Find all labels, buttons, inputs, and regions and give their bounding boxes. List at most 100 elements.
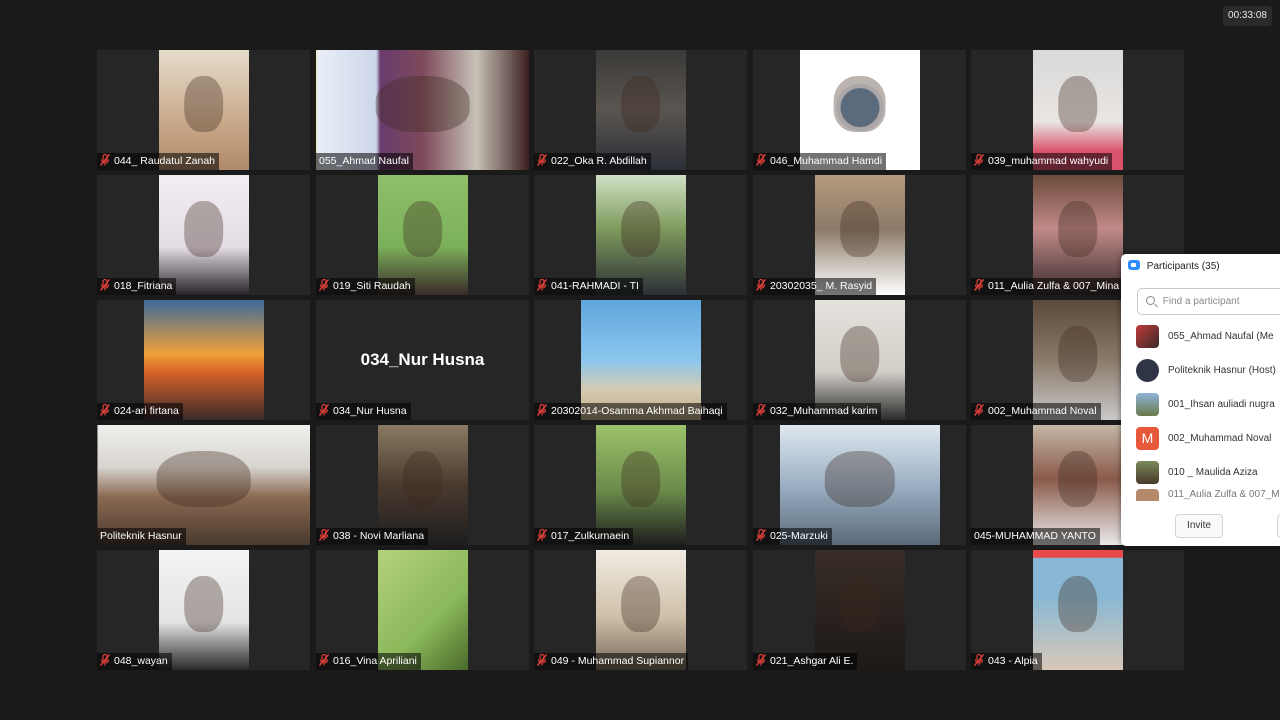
participant-nameplate: Politeknik Hasnur xyxy=(97,528,186,545)
participant-video xyxy=(1032,425,1123,545)
participant-video-tile[interactable]: 034_Nur Husna 034_Nur Husna xyxy=(316,300,529,420)
participant-video-tile[interactable]: 048_wayan xyxy=(97,550,310,670)
participant-name-label: 044_ Raudatul Zanah xyxy=(114,155,215,167)
participant-video-tile[interactable]: 039_muhammad wahyudi xyxy=(971,50,1184,170)
participant-video-tile[interactable]: 044_ Raudatul Zanah xyxy=(97,50,310,170)
participant-nameplate: 021_Ashgar Ali E. xyxy=(753,653,858,670)
participant-nameplate: 039_muhammad wahyudi xyxy=(971,153,1113,170)
participant-nameplate: 024-ari firtana xyxy=(97,403,183,420)
muted-microphone-icon xyxy=(756,279,766,291)
participant-video-tile[interactable]: 20302014-Osamma Akhmad Baihaqi xyxy=(534,300,747,420)
participant-item[interactable]: Politeknik Hasnur (Host) xyxy=(1121,353,1280,387)
participant-nameplate: 018_Fitriana xyxy=(97,278,177,295)
participant-nameplate: 045-MUHAMMAD YANTO xyxy=(971,528,1100,545)
participant-avatar xyxy=(1136,392,1159,416)
video-gallery: 044_ Raudatul Zanah 055_Ahmad Naufal 022_O… xyxy=(97,50,1184,670)
participant-video xyxy=(377,550,468,670)
participant-name-label: 024-ari firtana xyxy=(114,405,179,417)
participant-video-tile[interactable]: 041-RAHMADI - TI xyxy=(534,175,747,295)
participant-name-label: 20302035_ M. Rasyid xyxy=(770,280,873,292)
participant-name: 011_Aulia Zulfa & 007_M xyxy=(1168,489,1280,500)
participant-video xyxy=(1032,50,1123,170)
participant-nameplate: 002_Muhammad Noval xyxy=(971,403,1101,420)
participant-search-placeholder: Find a participant xyxy=(1162,296,1240,307)
participant-item[interactable]: 011_Aulia Zulfa & 007_M xyxy=(1121,489,1280,501)
participant-name-label: 016_Vina Apriliani xyxy=(333,655,417,667)
participant-name: 055_Ahmad Naufal (Me xyxy=(1168,330,1274,342)
participant-name-label: 018_Fitriana xyxy=(114,280,173,292)
participant-video-tile[interactable]: 017_Zulkurnaein xyxy=(534,425,747,545)
participant-nameplate: 022_Oka R. Abdillah xyxy=(534,153,651,170)
participants-panel: Participants (35) Find a participant 055… xyxy=(1121,254,1280,546)
participant-video-tile[interactable]: 046_Muhammad Hamdi xyxy=(753,50,966,170)
muted-microphone-icon xyxy=(100,154,110,166)
participant-item[interactable]: 055_Ahmad Naufal (Me xyxy=(1121,319,1280,353)
invite-button[interactable]: Invite xyxy=(1175,514,1223,538)
participant-video-tile[interactable]: 019_Siti Raudah xyxy=(316,175,529,295)
participant-video xyxy=(595,175,686,295)
participant-video-tile[interactable]: Politeknik Hasnur xyxy=(97,425,310,545)
participant-item[interactable]: 010 _ Maulida Aziza xyxy=(1121,455,1280,489)
participant-nameplate: 034_Nur Husna xyxy=(316,403,411,420)
participant-name-label: 045-MUHAMMAD YANTO xyxy=(974,530,1096,542)
participants-panel-title: Participants (35) xyxy=(1146,261,1220,272)
participant-name-label: 041-RAHMADI - TI xyxy=(551,280,639,292)
muted-microphone-icon xyxy=(974,154,984,166)
participant-video xyxy=(814,300,905,420)
participant-search-input[interactable]: Find a participant xyxy=(1137,288,1280,315)
participant-name: Politeknik Hasnur (Host) xyxy=(1168,364,1276,376)
participant-name: 010 _ Maulida Aziza xyxy=(1168,466,1258,478)
participant-video xyxy=(779,425,940,545)
participant-nameplate: 041-RAHMADI - TI xyxy=(534,278,643,295)
participant-avatar-letter: M xyxy=(1136,426,1159,450)
participant-nameplate: 055_Ahmad Naufal xyxy=(316,153,413,170)
participant-nameplate: 025-Marzuki xyxy=(753,528,832,545)
muted-microphone-icon xyxy=(100,404,110,416)
participant-video-tile[interactable]: 20302035_ M. Rasyid xyxy=(753,175,966,295)
participant-nameplate: 043 - Alpia xyxy=(971,653,1042,670)
muted-microphone-icon xyxy=(319,654,329,666)
participant-video-tile[interactable]: 055_Ahmad Naufal xyxy=(316,50,529,170)
meeting-timer: 00:33:08 xyxy=(1223,6,1272,26)
muted-microphone-icon xyxy=(537,654,547,666)
participant-video-tile[interactable]: 018_Fitriana xyxy=(97,175,310,295)
participant-video-tile[interactable]: 021_Ashgar Ali E. xyxy=(753,550,966,670)
participant-name-label: 043 - Alpia xyxy=(988,655,1038,667)
participant-video xyxy=(97,425,310,545)
participant-name-label: 048_wayan xyxy=(114,655,168,667)
participant-name-label: 022_Oka R. Abdillah xyxy=(551,155,647,167)
participant-video-tile[interactable]: 032_Muhammad karim xyxy=(753,300,966,420)
participant-video xyxy=(377,425,468,545)
participant-nameplate: 017_Zulkurnaein xyxy=(534,528,634,545)
participant-video-tile[interactable]: 016_Vina Apriliani xyxy=(316,550,529,670)
participant-video-tile[interactable]: 043 - Alpia xyxy=(971,550,1184,670)
muted-microphone-icon xyxy=(537,404,547,416)
muted-microphone-icon xyxy=(756,154,766,166)
participant-item[interactable]: 001_Ihsan auliadi nugra xyxy=(1121,387,1280,421)
participant-video-tile[interactable]: 024-ari firtana xyxy=(97,300,310,420)
muted-microphone-icon xyxy=(756,654,766,666)
participant-avatar xyxy=(1136,324,1159,348)
muted-microphone-icon xyxy=(974,279,984,291)
participant-video xyxy=(158,175,249,295)
participant-name-label: 025-Marzuki xyxy=(770,530,828,542)
participant-nameplate: 038 - Novi Marliana xyxy=(316,528,429,545)
participant-video-tile[interactable]: 022_Oka R. Abdillah xyxy=(534,50,747,170)
participant-nameplate: 046_Muhammad Hamdi xyxy=(753,153,887,170)
participant-video xyxy=(143,300,264,420)
participant-nameplate: 20302035_ M. Rasyid xyxy=(753,278,877,295)
participant-name-label: 049 - Muhammad Supiannor xyxy=(551,655,685,667)
participant-video-tile[interactable]: 049 - Muhammad Supiannor xyxy=(534,550,747,670)
participant-video-tile[interactable]: 038 - Novi Marliana xyxy=(316,425,529,545)
participant-name: 001_Ihsan auliadi nugra xyxy=(1168,398,1275,410)
participant-name-label: 017_Zulkurnaein xyxy=(551,530,630,542)
participant-video-tile[interactable]: 025-Marzuki xyxy=(753,425,966,545)
muted-microphone-icon xyxy=(756,404,766,416)
participant-nameplate: 20302014-Osamma Akhmad Baihaqi xyxy=(534,403,727,420)
participant-avatar xyxy=(1136,358,1159,382)
participant-nameplate: 048_wayan xyxy=(97,653,172,670)
participant-video xyxy=(377,175,468,295)
participant-name-label: 046_Muhammad Hamdi xyxy=(770,155,883,167)
participant-name-label: Politeknik Hasnur xyxy=(100,530,182,542)
participant-item[interactable]: M 002_Muhammad Noval xyxy=(1121,421,1280,455)
